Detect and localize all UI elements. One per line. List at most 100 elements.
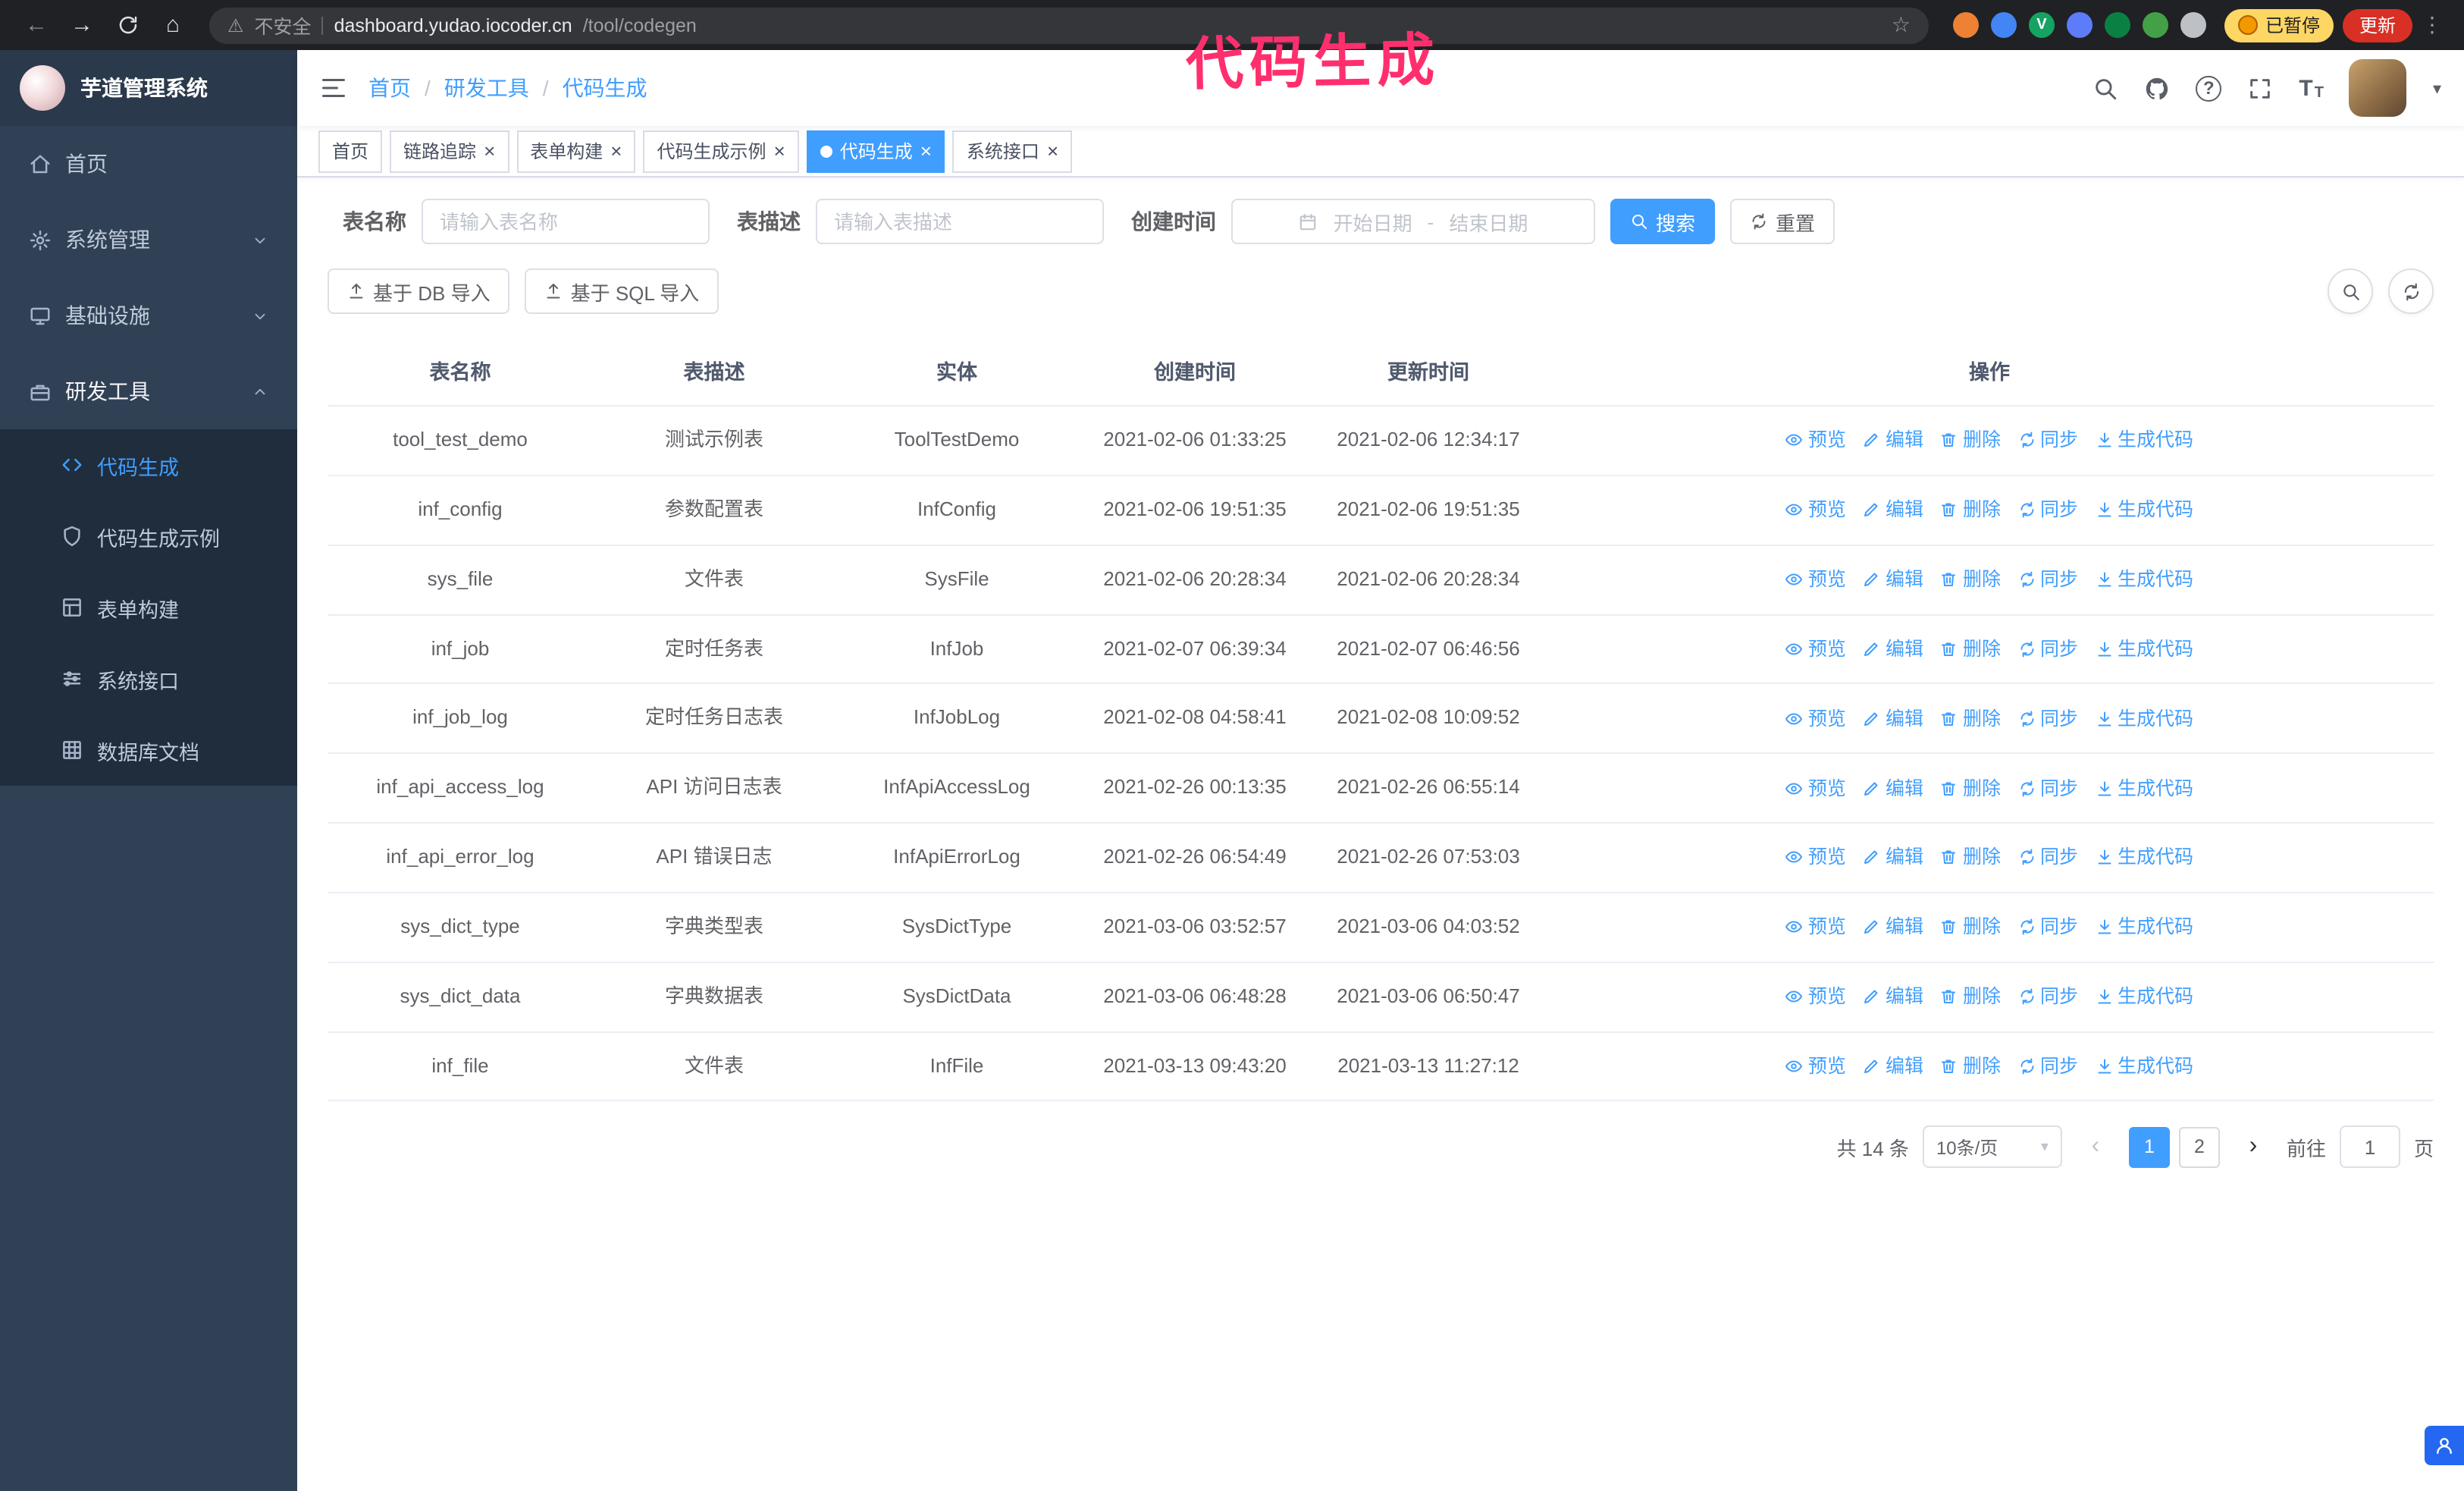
sync-link[interactable]: 同步 <box>2017 636 2078 663</box>
extension-icon-leaf[interactable] <box>2142 12 2168 38</box>
preview-link[interactable]: 预览 <box>1785 1053 1846 1080</box>
generate-code-link[interactable]: 生成代码 <box>2095 1053 2193 1080</box>
extension-icon-teal[interactable] <box>2104 12 2130 38</box>
delete-link[interactable]: 删除 <box>1940 983 2001 1010</box>
header-search-icon[interactable] <box>2093 75 2118 101</box>
preview-link[interactable]: 预览 <box>1785 566 1846 593</box>
edit-link[interactable]: 编辑 <box>1863 705 1923 732</box>
sidebar-item-0[interactable]: 首页 <box>0 126 297 202</box>
goto-page-input[interactable] <box>2339 1125 2400 1169</box>
delete-link[interactable]: 删除 <box>1940 636 2001 663</box>
generate-code-link[interactable]: 生成代码 <box>2095 566 2193 593</box>
date-end-placeholder[interactable]: 结束日期 <box>1449 207 1528 236</box>
tab-item-1[interactable]: 链路追踪 × <box>390 130 509 172</box>
update-button[interactable]: 更新 <box>2342 8 2412 42</box>
delete-link[interactable]: 删除 <box>1940 496 2001 523</box>
create-time-range-picker[interactable]: 开始日期 - 结束日期 <box>1231 199 1595 244</box>
breadcrumb-item-2[interactable]: 代码生成 <box>563 73 647 103</box>
github-icon[interactable] <box>2144 75 2170 101</box>
user-avatar[interactable] <box>2349 59 2407 117</box>
browser-home-button[interactable]: ⌂ <box>152 4 194 46</box>
import-sql-button[interactable]: 基于 SQL 导入 <box>525 268 719 314</box>
browser-forward-button[interactable]: → <box>61 4 103 46</box>
close-tab-icon[interactable]: × <box>920 141 932 161</box>
page-number-1[interactable]: 1 <box>2128 1126 2170 1168</box>
tab-item-0[interactable]: 首页 <box>318 130 383 172</box>
bookmark-star-icon[interactable]: ☆ <box>1892 12 1911 38</box>
security-label[interactable]: 不安全 <box>255 11 312 39</box>
generate-code-link[interactable]: 生成代码 <box>2095 427 2193 454</box>
date-start-placeholder[interactable]: 开始日期 <box>1334 207 1412 236</box>
font-size-icon[interactable]: TT <box>2299 75 2324 101</box>
sidebar-item-3[interactable]: 研发工具 <box>0 353 297 429</box>
sync-link[interactable]: 同步 <box>2017 983 2078 1010</box>
edit-link[interactable]: 编辑 <box>1863 1053 1923 1080</box>
page-number-2[interactable]: 2 <box>2178 1126 2220 1168</box>
delete-link[interactable]: 删除 <box>1940 427 2001 454</box>
preview-link[interactable]: 预览 <box>1785 844 1846 871</box>
browser-menu-icon[interactable]: ⋮ <box>2415 12 2449 38</box>
sync-link[interactable]: 同步 <box>2017 705 2078 732</box>
preview-link[interactable]: 预览 <box>1785 705 1846 732</box>
import-db-button[interactable]: 基于 DB 导入 <box>328 268 510 314</box>
preview-link[interactable]: 预览 <box>1785 774 1846 802</box>
delete-link[interactable]: 删除 <box>1940 844 2001 871</box>
page-size-select[interactable]: 10条/页 ▾ <box>1922 1125 2062 1169</box>
sidebar-subitem-4[interactable]: 数据库文档 <box>0 714 297 786</box>
sync-link[interactable]: 同步 <box>2017 1053 2078 1080</box>
search-button[interactable]: 搜索 <box>1610 199 1716 244</box>
edit-link[interactable]: 编辑 <box>1863 566 1923 593</box>
close-tab-icon[interactable]: × <box>1047 141 1058 161</box>
address-bar[interactable]: ⚠ 不安全 dashboard.yudao.iocoder.cn/tool/co… <box>209 7 1929 43</box>
sidebar-logo[interactable]: 芋道管理系统 <box>0 50 297 126</box>
feedback-float-button[interactable] <box>2425 1426 2464 1465</box>
close-tab-icon[interactable]: × <box>484 141 495 161</box>
generate-code-link[interactable]: 生成代码 <box>2095 983 2193 1010</box>
extension-icon-puzzle[interactable] <box>2180 12 2206 38</box>
edit-link[interactable]: 编辑 <box>1863 983 1923 1010</box>
preview-link[interactable]: 预览 <box>1785 983 1846 1010</box>
preview-link[interactable]: 预览 <box>1785 427 1846 454</box>
sync-link[interactable]: 同步 <box>2017 844 2078 871</box>
fullscreen-icon[interactable] <box>2247 75 2273 101</box>
extension-icon-blue[interactable] <box>1990 12 2017 38</box>
avatar-caret-icon[interactable]: ▾ <box>2433 78 2441 98</box>
generate-code-link[interactable]: 生成代码 <box>2095 705 2193 732</box>
paused-badge[interactable]: 已暂停 <box>2224 8 2334 42</box>
table-desc-input[interactable] <box>816 199 1104 244</box>
sidebar-subitem-1[interactable]: 代码生成示例 <box>0 501 297 572</box>
refresh-table-button[interactable] <box>2388 268 2434 314</box>
delete-link[interactable]: 删除 <box>1940 774 2001 802</box>
delete-link[interactable]: 删除 <box>1940 705 2001 732</box>
edit-link[interactable]: 编辑 <box>1863 774 1923 802</box>
sync-link[interactable]: 同步 <box>2017 914 2078 941</box>
edit-link[interactable]: 编辑 <box>1863 914 1923 941</box>
close-tab-icon[interactable]: × <box>610 141 622 161</box>
extension-icon-orange[interactable] <box>1952 12 1979 38</box>
tab-item-2[interactable]: 表单构建 × <box>516 130 636 172</box>
collapse-sidebar-button[interactable] <box>320 74 347 102</box>
prev-page-button[interactable]: ‹ <box>2076 1128 2115 1167</box>
generate-code-link[interactable]: 生成代码 <box>2095 844 2193 871</box>
browser-reload-button[interactable] <box>106 4 149 46</box>
tab-item-3[interactable]: 代码生成示例 × <box>643 130 799 172</box>
delete-link[interactable]: 删除 <box>1940 1053 2001 1080</box>
sidebar-subitem-0[interactable]: 代码生成 <box>0 429 297 501</box>
breadcrumb-item-1[interactable]: 研发工具 <box>444 73 529 103</box>
generate-code-link[interactable]: 生成代码 <box>2095 496 2193 523</box>
extension-icon-green-v[interactable]: V <box>2028 12 2055 38</box>
sidebar-item-1[interactable]: 系统管理 <box>0 202 297 278</box>
sync-link[interactable]: 同步 <box>2017 496 2078 523</box>
breadcrumb-item-0[interactable]: 首页 <box>368 73 411 103</box>
sync-link[interactable]: 同步 <box>2017 427 2078 454</box>
close-tab-icon[interactable]: × <box>774 141 785 161</box>
sidebar-subitem-2[interactable]: 表单构建 <box>0 572 297 643</box>
edit-link[interactable]: 编辑 <box>1863 427 1923 454</box>
tab-item-4[interactable]: 代码生成 × <box>806 130 945 172</box>
sidebar-item-2[interactable]: 基础设施 <box>0 278 297 353</box>
sync-link[interactable]: 同步 <box>2017 566 2078 593</box>
preview-link[interactable]: 预览 <box>1785 636 1846 663</box>
toggle-search-button[interactable] <box>2328 268 2373 314</box>
sync-link[interactable]: 同步 <box>2017 774 2078 802</box>
next-page-button[interactable]: › <box>2234 1128 2273 1167</box>
